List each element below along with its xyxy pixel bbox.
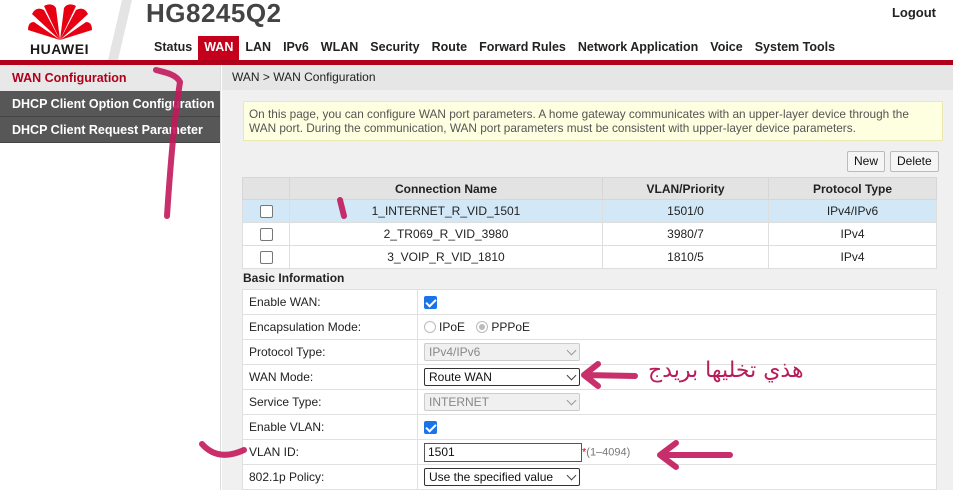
connection-table: Connection Name VLAN/Priority Protocol T… <box>242 177 937 269</box>
arabic-annotation-text: هذي تخليها بريدج <box>648 358 804 383</box>
nav-system-tools[interactable]: System Tools <box>749 36 841 60</box>
huawei-flower-icon <box>28 4 92 40</box>
connection-name-cell: 1_INTERNET_R_VID_1501 <box>289 199 603 223</box>
nav-lan[interactable]: LAN <box>239 36 277 60</box>
enable-wan-checkbox[interactable] <box>424 296 437 310</box>
encapsulation-mode-value: IPoE PPPoE <box>417 314 937 340</box>
header: HUAWEI HG8245Q2 Logout Status WAN LAN IP… <box>0 0 953 60</box>
nav-security[interactable]: Security <box>364 36 425 60</box>
8021p-policy-value: Use the specified value <box>417 464 937 490</box>
vlan-id-input[interactable]: 1501 <box>424 442 582 462</box>
table-row[interactable]: 1_INTERNET_R_VID_1501 1501/0 IPv4/IPv6 <box>242 199 937 223</box>
nav-wlan[interactable]: WLAN <box>315 36 365 60</box>
form-row-8021p-policy: 802.1p Policy: Use the specified value <box>242 464 937 490</box>
vlan-priority-cell: 3980/7 <box>602 222 769 246</box>
row-select-cell <box>242 222 290 246</box>
column-header-protocol-type: Protocol Type <box>768 177 937 200</box>
protocol-type-select[interactable]: IPv4/IPv6 <box>424 343 580 361</box>
protocol-type-cell: IPv4/IPv6 <box>768 199 937 223</box>
8021p-policy-select[interactable]: Use the specified value <box>424 468 580 486</box>
vlan-id-value: 1501 *(1–4094) <box>417 439 937 465</box>
service-type-select[interactable]: INTERNET <box>424 393 580 411</box>
main-nav: Status WAN LAN IPv6 WLAN Security Route … <box>148 36 841 60</box>
nav-network-application[interactable]: Network Application <box>572 36 704 60</box>
service-type-label: Service Type: <box>242 389 418 415</box>
row-checkbox[interactable] <box>259 228 273 242</box>
chevron-down-icon <box>566 395 577 406</box>
protocol-type-cell: IPv4 <box>768 222 937 246</box>
nav-route[interactable]: Route <box>426 36 473 60</box>
row-select-cell <box>242 199 290 223</box>
pppoe-radio[interactable] <box>476 321 489 334</box>
chevron-down-icon <box>566 345 577 356</box>
vlan-priority-cell: 1810/5 <box>602 245 769 269</box>
enable-wan-label: Enable WAN: <box>242 289 418 315</box>
enable-wan-value <box>417 289 937 315</box>
nav-voice[interactable]: Voice <box>704 36 748 60</box>
table-header-row: Connection Name VLAN/Priority Protocol T… <box>242 177 937 200</box>
column-header-vlan-priority: VLAN/Priority <box>602 177 769 200</box>
form-row-protocol-type: Protocol Type: IPv4/IPv6 <box>242 339 937 365</box>
nav-forward-rules[interactable]: Forward Rules <box>473 36 572 60</box>
enable-vlan-value <box>417 414 937 440</box>
wan-mode-selected: Route WAN <box>429 370 492 384</box>
8021p-policy-selected: Use the specified value <box>429 470 554 484</box>
sidebar-item-wan-configuration[interactable]: WAN Configuration <box>0 65 220 91</box>
new-button[interactable]: New <box>847 151 886 172</box>
row-checkbox[interactable] <box>259 205 273 219</box>
breadcrumb: WAN > WAN Configuration <box>222 65 953 90</box>
nav-ipv6[interactable]: IPv6 <box>277 36 315 60</box>
brand-name: HUAWEI <box>30 41 89 57</box>
form-row-enable-vlan: Enable VLAN: <box>242 414 937 440</box>
service-type-value: INTERNET <box>417 389 937 415</box>
connection-name-cell: 2_TR069_R_VID_3980 <box>289 222 603 246</box>
vlan-id-range: (1–4094) <box>586 446 631 458</box>
encapsulation-mode-label: Encapsulation Mode: <box>242 314 418 340</box>
logout-link[interactable]: Logout <box>892 5 936 20</box>
sidebar-item-dhcp-client-request[interactable]: DHCP Client Request Parameter <box>0 117 220 143</box>
row-select-cell <box>242 245 290 269</box>
delete-button[interactable]: Delete <box>890 151 939 172</box>
connection-name-cell: 3_VOIP_R_VID_1810 <box>289 245 603 269</box>
protocol-type-label: Protocol Type: <box>242 339 418 365</box>
huawei-logo: HUAWEI <box>0 0 124 60</box>
column-header-connection-name: Connection Name <box>289 177 603 200</box>
form-row-encapsulation: Encapsulation Mode: IPoE PPPoE <box>242 314 937 340</box>
chevron-down-icon <box>566 370 577 381</box>
pppoe-radio-label: PPPoE <box>491 320 531 335</box>
device-model-title: HG8245Q2 <box>146 0 282 28</box>
ipoe-radio[interactable] <box>424 321 436 334</box>
select-column-header <box>242 177 290 200</box>
vlan-id-hint: *(1–4094) <box>582 446 630 458</box>
protocol-type-cell: IPv4 <box>768 245 937 269</box>
header-divider <box>108 0 132 60</box>
sidebar-item-dhcp-client-option[interactable]: DHCP Client Option Configuration <box>0 91 220 117</box>
sidebar: WAN Configuration DHCP Client Option Con… <box>0 65 221 490</box>
row-checkbox[interactable] <box>259 251 273 265</box>
main-content: On this page, you can configure WAN port… <box>222 90 953 490</box>
nav-wan[interactable]: WAN <box>198 36 240 60</box>
info-notice: On this page, you can configure WAN port… <box>243 101 943 141</box>
enable-vlan-checkbox[interactable] <box>424 421 437 435</box>
enable-vlan-label: Enable VLAN: <box>242 414 418 440</box>
form-row-service-type: Service Type: INTERNET <box>242 389 937 415</box>
service-type-selected: INTERNET <box>429 395 489 409</box>
nav-status[interactable]: Status <box>148 36 198 60</box>
protocol-type-selected: IPv4/IPv6 <box>429 345 481 359</box>
vlan-id-label: VLAN ID: <box>242 439 418 465</box>
8021p-policy-label: 802.1p Policy: <box>242 464 418 490</box>
ipoe-radio-label: IPoE <box>439 320 466 335</box>
form-row-wan-mode: WAN Mode: Route WAN <box>242 364 937 390</box>
form-row-enable-wan: Enable WAN: <box>242 289 937 315</box>
wan-mode-label: WAN Mode: <box>242 364 418 390</box>
form-row-vlan-id: VLAN ID: 1501 *(1–4094) <box>242 439 937 465</box>
vlan-priority-cell: 1501/0 <box>602 199 769 223</box>
table-row[interactable]: 2_TR069_R_VID_3980 3980/7 IPv4 <box>242 222 937 246</box>
table-row[interactable]: 3_VOIP_R_VID_1810 1810/5 IPv4 <box>242 245 937 269</box>
chevron-down-icon <box>566 470 577 481</box>
basic-information-form: Enable WAN: Encapsulation Mode: IPoE PPP… <box>242 289 937 490</box>
basic-information-title: Basic Information <box>243 271 345 285</box>
wan-mode-select[interactable]: Route WAN <box>424 368 580 386</box>
